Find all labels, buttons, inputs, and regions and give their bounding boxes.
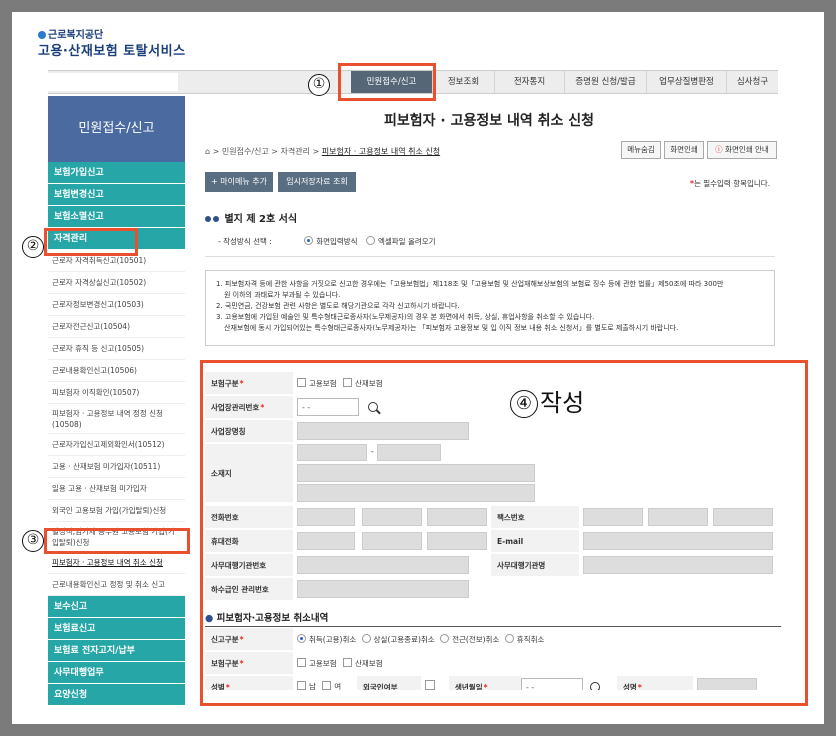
breadcrumb: ⌂ > 민원접수/신고 > 자격관리 > 피보험자 · 고용정보 내역 취소 신… — [205, 147, 441, 156]
tab-info-lookup[interactable]: 정보조회 — [433, 71, 495, 93]
annotation-4: ④ 작성 — [510, 383, 584, 418]
annotation-3: ③ — [22, 530, 44, 552]
section-title: 별지 제 2호 서식 — [205, 210, 297, 225]
highlight-box-1 — [338, 63, 436, 101]
write-method-row: - 작성방식 선택 : 화면입력방식 엑셀파일 올려오기 — [218, 236, 436, 247]
breadcrumb-item[interactable]: 자격관리 — [281, 147, 310, 156]
sidebar-item-cancel-request[interactable]: 피보험자 · 고용정보 내역 취소 신청 — [48, 552, 185, 574]
sidebar-group-care[interactable]: 요양신청 — [48, 684, 185, 706]
hide-menu-button[interactable]: 메뉴숨김 — [621, 141, 661, 159]
print-guide-button[interactable]: ⓘ 화면인쇄 안내 — [707, 141, 777, 159]
add-my-menu-button[interactable]: + 마이메뉴 추가 — [205, 172, 273, 192]
sidebar-heading: 민원접수/신고 — [48, 96, 185, 162]
required-note: *는 필수입력 항목입니다. — [690, 179, 771, 188]
sidebar-group-agency[interactable]: 사무대행업무 — [48, 662, 185, 684]
tab-certificate[interactable]: 증명원 신청/발급 — [565, 71, 647, 93]
method-excel-radio[interactable]: 엑셀파일 올려오기 — [365, 236, 436, 246]
highlight-box-4 — [200, 360, 808, 706]
sidebar-group-premium[interactable]: 보험료신고 — [48, 618, 185, 640]
sidebar-item[interactable]: 근로자가입신고제외확인서(10512) — [48, 434, 185, 456]
sidebar-item[interactable]: 피보험자 이직확인(10507) — [48, 382, 185, 404]
sidebar-item[interactable]: 피보험자 · 고용정보 내역 정정 신청(10508) — [48, 404, 185, 434]
info-icon: ⓘ — [715, 145, 726, 154]
sidebar-item[interactable]: 근로내용확인신고 정정 및 취소 신고 — [48, 574, 185, 596]
sidebar-item[interactable]: 외국인 고용보험 가입(가입탈퇴)신청 — [48, 500, 185, 522]
sidebar-item[interactable]: 근로자 휴직 등 신고(10505) — [48, 338, 185, 360]
breadcrumb-current[interactable]: 피보험자 · 고용정보 내역 취소 신청 — [322, 147, 440, 156]
sidebar-item[interactable]: 근로자정보변경신고(10503) — [48, 294, 185, 316]
print-guide-label: 화면인쇄 안내 — [725, 145, 769, 154]
sidebar-group-join[interactable]: 보험가입신고 — [48, 162, 185, 184]
page-title: 피보험자 · 고용정보 내역 취소 신청 — [383, 113, 594, 129]
tab-e-notice[interactable]: 전자통지 — [495, 71, 565, 93]
sidebar-item[interactable]: 일용 고용 · 산재보험 미가입자 — [48, 478, 185, 500]
annotation-1: ① — [308, 74, 330, 96]
highlight-box-3 — [44, 528, 190, 554]
sidebar-group-terminate[interactable]: 보험소멸신고 — [48, 206, 185, 228]
annotation-2: ② — [22, 236, 44, 258]
notice-line: 산재보험에 동시 가입되어있는 특수형태근로종사자(노무제공자)는 「피보험자 … — [224, 324, 679, 332]
divider — [205, 256, 775, 257]
sidebar-item[interactable]: 근로자전근신고(10504) — [48, 316, 185, 338]
sidebar-item[interactable]: 고용 · 산재보험 미가입자(10511) — [48, 456, 185, 478]
sidebar-item[interactable]: 근로자 자격상실신고(10502) — [48, 272, 185, 294]
home-icon[interactable]: ⌂ — [205, 147, 210, 156]
notice-line: 2. 국민연금, 건강보험 관련 사항은 별도로 해당기관으로 각각 신고하시기… — [216, 302, 460, 310]
breadcrumb-item[interactable]: 민원접수/신고 — [222, 147, 269, 156]
sidebar-group-change[interactable]: 보험변경신고 — [48, 184, 185, 206]
notice-line: 1. 피보험자격 등에 관한 사항을 거짓으로 신고한 경우에는「고용보험법」제… — [216, 280, 724, 288]
write-method-label: - 작성방식 선택 : — [218, 237, 272, 246]
logo-icon — [38, 31, 46, 39]
tab-review-request[interactable]: 심사청구 — [727, 71, 778, 93]
org-logo[interactable]: 근로복지공단 — [38, 26, 103, 41]
notice-box: 1. 피보험자격 등에 관한 사항을 거짓으로 신고한 경우에는「고용보험법」제… — [205, 270, 775, 346]
notice-line: 3. 고용보험에 가입된 예술인 및 특수형태근로종사자(노무제공자)의 경우 … — [216, 313, 595, 321]
print-button[interactable]: 화면인쇄 — [664, 141, 704, 159]
sidebar: 민원접수/신고 보험가입신고 보험변경신고 보험소멸신고 자격관리 근로자 자격… — [48, 96, 185, 706]
sidebar-group-pay[interactable]: 보수신고 — [48, 596, 185, 618]
tab-disease-judgment[interactable]: 업무상질병판정 — [647, 71, 727, 93]
service-title[interactable]: 고용·산재보험 토탈서비스 — [38, 40, 186, 59]
highlight-box-2 — [44, 228, 138, 256]
temp-save-lookup-button[interactable]: 임시저장자료 조회 — [278, 172, 356, 192]
notice-line: 원 이하의 과태료가 부과될 수 있습니다. — [224, 291, 341, 299]
top-left-blank — [48, 73, 178, 91]
sidebar-item[interactable]: 근로내용확인신고(10506) — [48, 360, 185, 382]
sidebar-group-e-notice[interactable]: 보험료 전자고지/납부 — [48, 640, 185, 662]
method-screen-radio[interactable]: 화면입력방식 — [304, 236, 358, 246]
